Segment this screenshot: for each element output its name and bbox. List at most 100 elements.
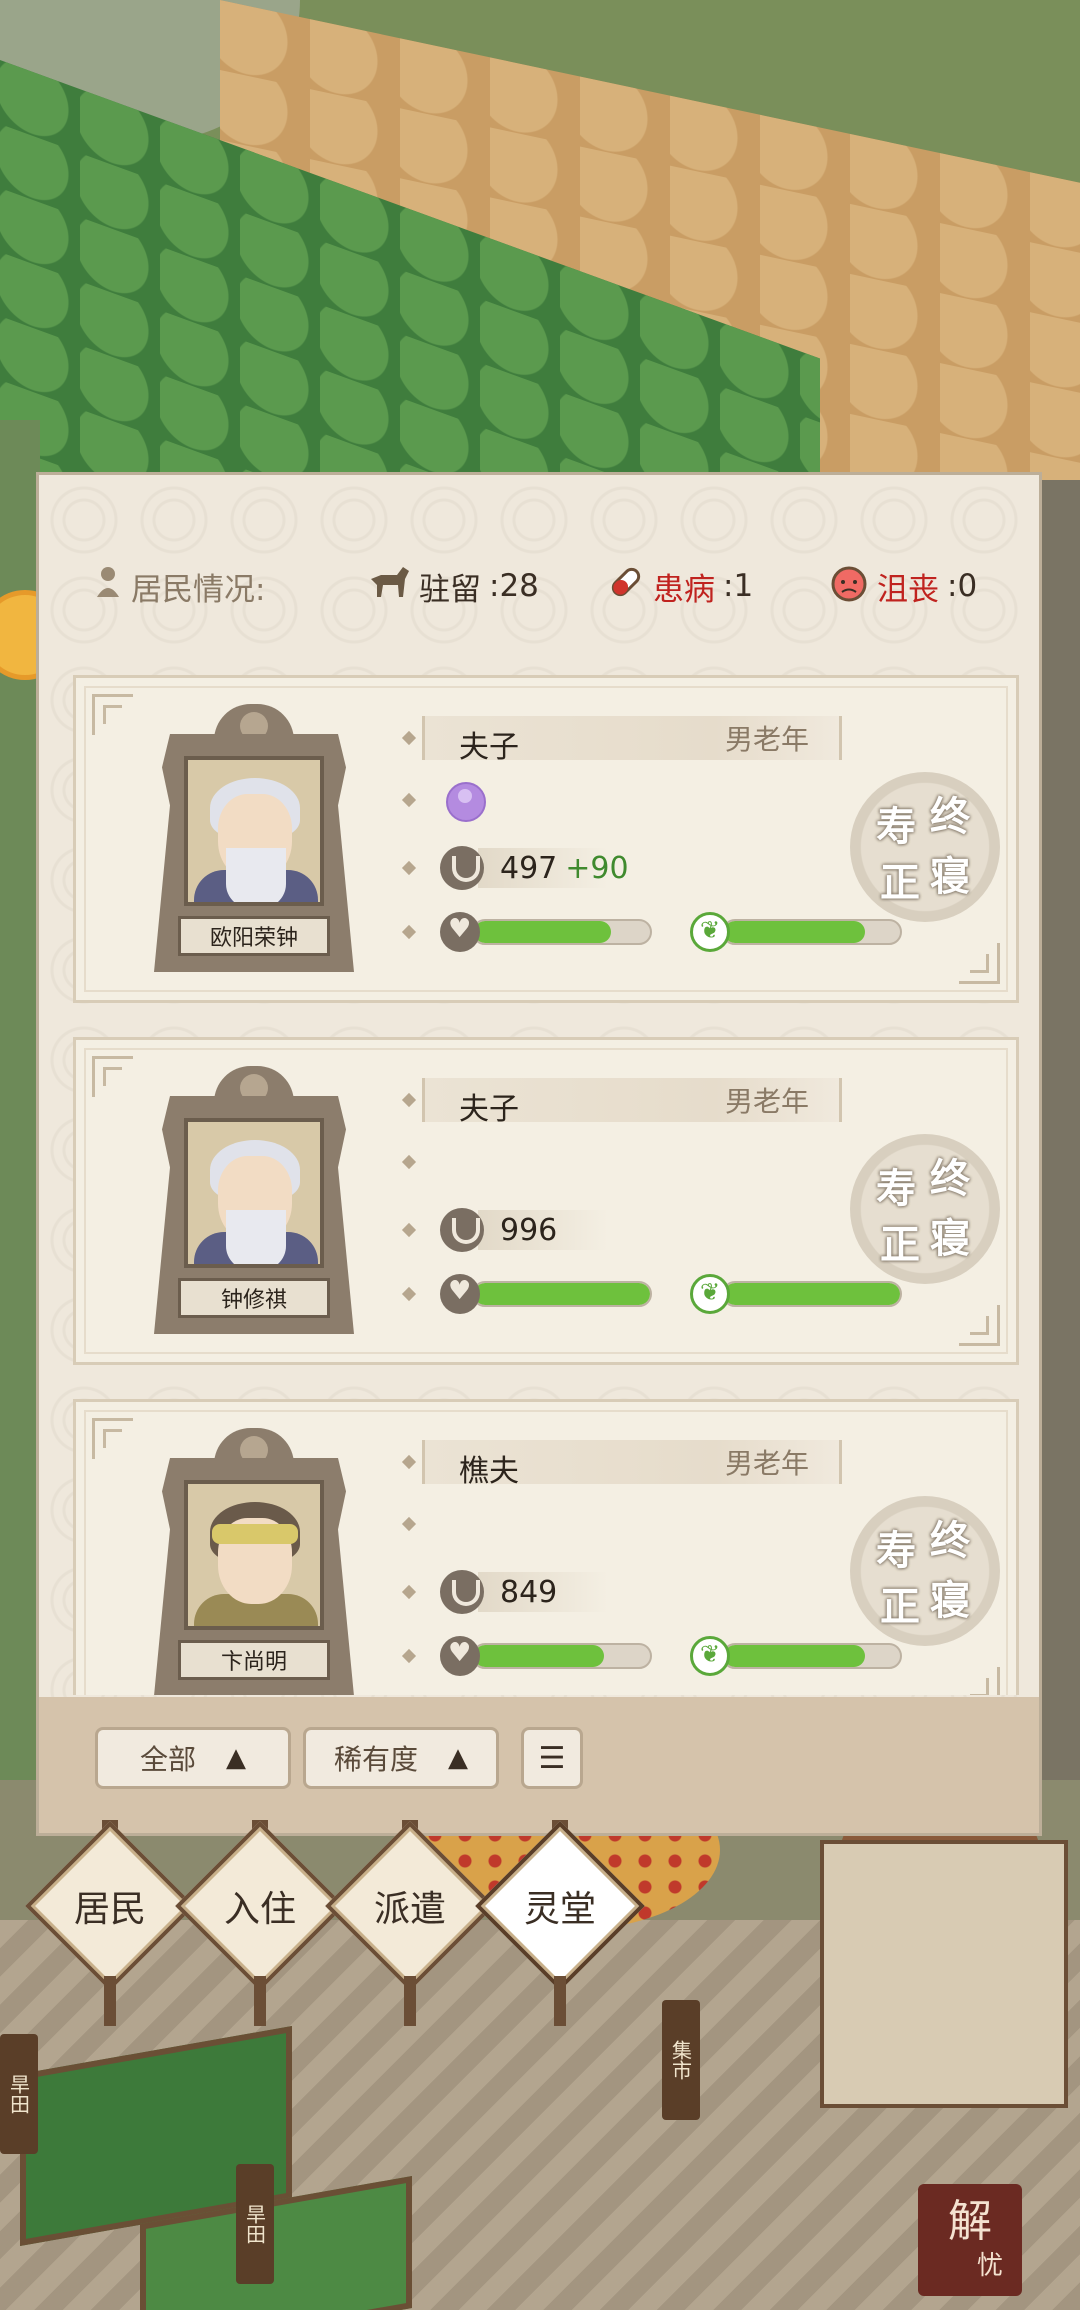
resident-bars [440, 1274, 960, 1314]
sick-count: :1 [723, 568, 754, 604]
mood-bar-fill [724, 921, 865, 943]
sick-label: 患病 [653, 571, 715, 608]
stay-stat: 驻留:28 [367, 564, 539, 609]
stamp-char: 正 [880, 860, 920, 906]
health-bar-fill [474, 921, 612, 943]
corner-ornament [959, 943, 1000, 984]
mood-bar [722, 919, 902, 945]
chevron-up-icon: ▲ [448, 1743, 468, 1773]
status-stamp: 寿 终 正 寝 [850, 1496, 1000, 1646]
resident-power: 849 [440, 1570, 608, 1614]
heart-icon [440, 1274, 480, 1314]
health-bar-fill [474, 1283, 650, 1305]
depressed-stat: 沮丧:0 [829, 562, 977, 610]
bullet-marker [401, 924, 417, 940]
bullet-marker [401, 792, 417, 808]
filter-bar: 全部 ▲ 稀有度 ▲ ☰ [39, 1697, 1039, 1833]
tab-residents[interactable]: 居民 [25, 1820, 195, 2026]
corner-ornament [92, 694, 133, 735]
mood-bar [722, 1281, 902, 1307]
heart-icon [440, 1636, 480, 1676]
power-value: 849 [500, 1574, 558, 1610]
tab-memorial-hall[interactable]: 灵堂 [475, 1820, 645, 2026]
mood-bar-group [690, 1274, 902, 1314]
filter-all-label: 全部 [139, 1743, 196, 1776]
resident-gender-age: 男老年 [724, 723, 809, 756]
dry-field-sign[interactable]: 旱田 [0, 2034, 38, 2154]
stamp-char: 寝 [930, 1216, 970, 1262]
sort-icon: ☰ [538, 1740, 566, 1776]
pill-icon [607, 563, 645, 609]
resident-name: 钟修祺 [178, 1278, 330, 1318]
portrait-image [184, 1118, 324, 1268]
resident-portrait[interactable]: 欧阳荣钟 [154, 704, 354, 972]
rarity-dropdown[interactable]: 稀有度 ▲ [303, 1727, 499, 1789]
residents-label: 居民情况: [131, 571, 266, 608]
horse-icon [367, 565, 411, 607]
stamp-char: 寿 [876, 1528, 916, 1574]
person-icon [95, 565, 121, 607]
resident-bars [440, 1636, 960, 1676]
depressed-count: :0 [947, 568, 978, 604]
stamp-char: 寝 [930, 854, 970, 900]
resident-name: 卞尚明 [178, 1640, 330, 1680]
sort-order-button[interactable]: ☰ [521, 1727, 583, 1789]
health-bar-fill [474, 1645, 605, 1667]
tab-label: 灵堂 [523, 1889, 596, 1930]
sick-stat: 患病:1 [607, 563, 753, 609]
resident-card[interactable]: 卞尚明 樵夫 男老年 849 ♥ ❦ 寿 终 正 寝 [73, 1399, 1019, 1695]
resident-occupation: 夫子 [459, 730, 519, 765]
resident-occupation: 夫子 [459, 1092, 519, 1127]
depressed-label: 沮丧 [877, 571, 939, 608]
bullet-marker [401, 1584, 417, 1600]
tab-dispatch[interactable]: 派遣 [325, 1820, 495, 2026]
resident-portrait[interactable]: 钟修祺 [154, 1066, 354, 1334]
filter-all-dropdown[interactable]: 全部 ▲ [95, 1727, 291, 1789]
resident-portrait[interactable]: 卞尚明 [154, 1428, 354, 1695]
jieyou-char: 忧 [976, 2250, 1003, 2281]
status-stamp: 寿 终 正 寝 [850, 1134, 1000, 1284]
health-bar-group [440, 1636, 652, 1676]
resident-title-bar: 夫子 男老年 [422, 1078, 842, 1127]
tab-checkin[interactable]: 入住 [175, 1820, 345, 2026]
tab-label: 入住 [223, 1889, 296, 1930]
bullet-marker [401, 1286, 417, 1302]
bullet-marker [401, 1648, 417, 1664]
stay-label: 驻留 [419, 571, 481, 608]
stamp-char: 寿 [876, 804, 916, 850]
resident-bars [440, 912, 960, 952]
mood-bar-group [690, 1636, 902, 1676]
tab-label: 派遣 [373, 1889, 446, 1930]
bullet-marker [401, 860, 417, 876]
strength-icon [440, 1570, 484, 1614]
stamp-char: 终 [930, 1156, 970, 1202]
resident-title-bar: 樵夫 男老年 [422, 1440, 842, 1489]
bullet-marker [401, 1092, 417, 1108]
corner-ornament [92, 1056, 133, 1097]
health-bar [472, 1643, 652, 1669]
tab-label: 居民 [73, 1889, 146, 1930]
health-bar-group [440, 1274, 652, 1314]
bullet-marker [401, 1516, 417, 1532]
stamp-char: 正 [880, 1222, 920, 1268]
resident-list[interactable]: 欧阳荣钟 夫子 男老年 497 +90 ♥ ❦ 寿 终 正 寝 钟修祺 夫子 男… [39, 675, 1039, 1695]
rarity-label: 稀有度 [333, 1743, 418, 1776]
resident-gender-age: 男老年 [724, 1085, 809, 1118]
leaf-icon [690, 1274, 730, 1314]
resident-power: 497 +90 [440, 846, 629, 890]
resident-gender-age: 男老年 [724, 1447, 809, 1480]
dry-field-sign[interactable]: 旱田 [236, 2164, 274, 2284]
resident-card[interactable]: 钟修祺 夫子 男老年 996 ♥ ❦ 寿 终 正 寝 [73, 1037, 1019, 1365]
stay-count: :28 [489, 568, 539, 604]
power-bonus: +90 [565, 850, 629, 886]
resident-panel: 居民情况: 驻留:28 患病:1 沮丧:0 欧阳荣钟 夫子 男老年 497… [36, 472, 1042, 1836]
health-bar-group [440, 912, 652, 952]
chevron-up-icon: ▲ [226, 1743, 246, 1773]
resident-card[interactable]: 欧阳荣钟 夫子 男老年 497 +90 ♥ ❦ 寿 终 正 寝 [73, 675, 1019, 1003]
leaf-icon [690, 1636, 730, 1676]
resident-power: 996 [440, 1208, 608, 1252]
jieyou-button[interactable]: 解 忧 [918, 2184, 1022, 2296]
buddha-buff-icon[interactable] [446, 782, 486, 822]
corner-ornament [959, 1305, 1000, 1346]
mood-bar-fill [724, 1283, 900, 1305]
